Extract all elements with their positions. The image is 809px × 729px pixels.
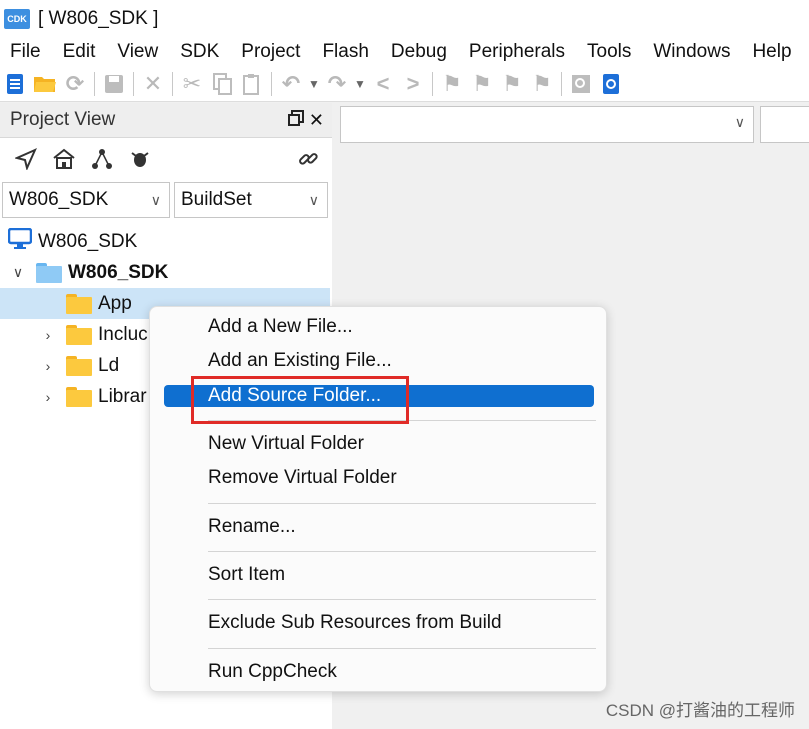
menu-project[interactable]: Project [230,38,311,66]
chevron-down-icon: ∨ [150,191,161,208]
new-file-icon[interactable] [0,69,30,99]
bookmark-prev-icon[interactable]: ⚑ [467,69,497,99]
folder-icon [66,293,92,314]
chevron-down-icon: ∨ [308,191,319,208]
tree-item-project[interactable]: ∨ W806_SDK [0,257,332,288]
toolbar-separator [432,71,433,96]
folder-icon [66,324,92,345]
link-icon[interactable] [294,145,322,173]
open-folder-icon[interactable] [30,69,60,99]
function-combo[interactable] [760,106,809,143]
context-menu: Add a New File... Add an Existing File..… [149,306,607,692]
copy-icon[interactable] [207,69,237,99]
bookmark-icon[interactable]: ⚑ [437,69,467,99]
menu-separator [208,648,596,649]
chevron-down-icon: ∨ [734,114,745,130]
tree-item-label: W806_SDK [38,230,138,252]
toolbar: ⟳ ✕ ✂ ↶ ▼ ↷ ▼ < > ⚑ ⚑ ⚑ ⚑ [0,66,809,102]
tree-item-label: W806_SDK [68,261,169,283]
forward-icon[interactable]: > [398,69,428,99]
panel-title: Project View [10,109,116,130]
tree-item-label: Ld [98,354,120,376]
menu-debug[interactable]: Debug [380,38,458,66]
redo-icon[interactable]: ↷ [322,69,352,99]
tree-item-label: Librar [98,385,147,407]
menu-item-add-existing-file[interactable]: Add an Existing File... [208,350,392,372]
menu-tools[interactable]: Tools [576,38,642,66]
chevron-right-icon[interactable]: › [40,358,56,374]
menu-item-remove-virtual-folder[interactable]: Remove Virtual Folder [208,467,397,489]
project-selectors: W806_SDK ∨ BuildSet ∨ [0,180,332,220]
menu-separator [208,599,596,600]
chevron-right-icon[interactable]: › [40,389,56,405]
build-select-value: BuildSet [181,189,252,210]
toolbar-separator [94,71,95,96]
menu-separator [208,503,596,504]
symbol-combo[interactable]: ∨ [340,106,754,143]
menu-flash[interactable]: Flash [311,38,379,66]
toolbar-separator [133,71,134,96]
workspace-select[interactable]: W806_SDK ∨ [2,182,170,218]
watermark: CSDN @打酱油的工程师 [605,701,795,720]
menu-peripherals[interactable]: Peripherals [458,38,576,66]
toolbar-separator [172,71,173,96]
chevron-down-icon[interactable]: ∨ [10,264,26,281]
menu-item-add-new-file[interactable]: Add a New File... [208,316,353,338]
menu-item-new-virtual-folder[interactable]: New Virtual Folder [208,433,364,455]
app-logo-icon: CDK [4,9,30,29]
chevron-right-icon[interactable]: › [40,327,56,343]
menu-item-exclude-sub-resources[interactable]: Exclude Sub Resources from Build [208,612,502,634]
folder-icon [66,386,92,407]
project-view-header: Project View ✕ [0,103,332,138]
project-folder-icon [36,262,62,283]
menu-edit[interactable]: Edit [52,38,107,66]
hierarchy-icon[interactable] [88,145,116,173]
toolbar-separator [561,71,562,96]
back-icon[interactable]: < [368,69,398,99]
tree-item-label: App [98,292,132,314]
workspace-select-value: W806_SDK [9,189,109,210]
home-icon[interactable] [50,145,78,173]
menu-separator [208,551,596,552]
computer-icon [7,227,33,256]
bookmark-next-icon[interactable]: ⚑ [497,69,527,99]
menu-sdk[interactable]: SDK [169,38,230,66]
locate-icon[interactable] [12,145,40,173]
window-title: [ W806_SDK ] [38,8,159,29]
close-file-icon[interactable]: ✕ [138,69,168,99]
bug-icon[interactable] [126,145,154,173]
menu-help[interactable]: Help [741,38,802,66]
bookmark-clear-icon[interactable]: ⚑ [527,69,557,99]
build-select[interactable]: BuildSet ∨ [174,182,328,218]
tree-item-label: Incluc [98,323,148,345]
undo-dropdown-icon[interactable]: ▼ [306,69,322,99]
folder-icon [66,355,92,376]
menu-item-sort-item[interactable]: Sort Item [208,564,285,586]
undo-icon[interactable]: ↶ [276,69,306,99]
menu-bar: File Edit View SDK Project Flash Debug P… [0,38,809,66]
float-panel-icon[interactable] [287,109,305,132]
menu-item-rename[interactable]: Rename... [208,516,296,538]
menu-item-run-cppcheck[interactable]: Run CppCheck [208,661,337,683]
find-in-files-icon[interactable] [596,69,626,99]
refresh-icon[interactable]: ⟳ [60,69,90,99]
redo-dropdown-icon[interactable]: ▼ [352,69,368,99]
cut-icon[interactable]: ✂ [177,69,207,99]
title-bar: CDK [ W806_SDK ] [0,0,809,38]
tree-item-workspace[interactable]: W806_SDK [0,226,332,257]
close-panel-icon[interactable]: ✕ [309,110,324,131]
save-icon[interactable] [99,69,129,99]
find-icon[interactable] [566,69,596,99]
project-tools [0,138,332,180]
toolbar-separator [271,71,272,96]
menu-view[interactable]: View [106,38,169,66]
menu-windows[interactable]: Windows [642,38,741,66]
paste-icon[interactable] [237,69,267,99]
annotation-highlight-box [191,376,409,424]
menu-file[interactable]: File [0,38,52,66]
